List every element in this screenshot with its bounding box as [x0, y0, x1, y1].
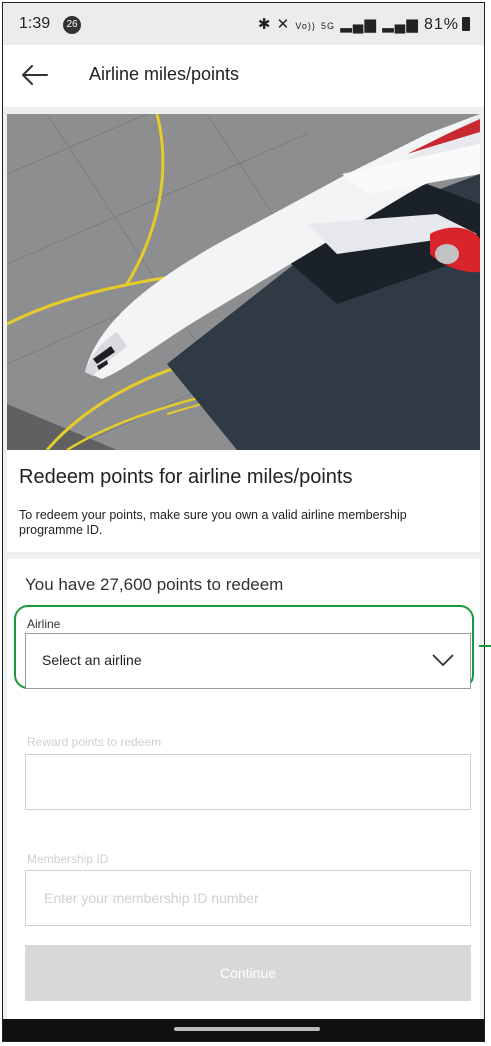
chevron-down-icon — [432, 654, 454, 667]
airline-select[interactable]: Select an airline — [25, 633, 471, 689]
app-frame: 1:39 26 ✱ ✕ Vo)) 5G ▂▄▆ ▂▄▆ 81% Airline … — [2, 2, 485, 1042]
hero-image — [7, 114, 480, 450]
signal-icon: ▂▄▆ — [340, 16, 377, 33]
back-button[interactable] — [17, 59, 51, 91]
bluetooth-icon: ✱ — [257, 16, 272, 33]
page-title: Airline miles/points — [89, 64, 240, 84]
status-time: 1:39 — [19, 15, 51, 32]
reward-points-input[interactable] — [25, 754, 471, 810]
status-bar: 1:39 26 ✱ ✕ Vo)) 5G ▂▄▆ ▂▄▆ 81% — [3, 3, 484, 45]
home-handle[interactable] — [174, 1027, 320, 1031]
membership-id-input[interactable] — [25, 870, 471, 926]
page-content[interactable]: Redeem points for airline miles/points T… — [3, 107, 484, 1019]
hero-heading: Redeem points for airline miles/points — [19, 466, 353, 488]
notification-badge: 26 — [63, 16, 81, 34]
reward-points-label: Reward points to redeem — [27, 735, 162, 749]
arrow-left-icon — [22, 65, 48, 85]
volte-icon: Vo)) — [295, 21, 316, 31]
status-icons: ✱ ✕ Vo)) 5G ▂▄▆ ▂▄▆ 81% — [258, 15, 470, 34]
hero-description: To redeem your points, make sure you own… — [19, 508, 407, 537]
app-bar: Airline miles/points — [3, 45, 484, 108]
annotation-connector — [479, 645, 491, 647]
points-summary: You have 27,600 points to redeem — [25, 575, 284, 594]
airline-select-value: Select an airline — [42, 652, 142, 668]
5g-icon: 5G — [321, 21, 336, 31]
system-nav-bar — [3, 1019, 484, 1041]
signal-icon: ▂▄▆ — [382, 16, 419, 33]
membership-id-label: Membership ID — [27, 852, 109, 866]
battery-icon — [462, 17, 470, 31]
redeem-form: You have 27,600 points to redeem Airline… — [7, 559, 480, 1019]
mute-icon: ✕ — [276, 16, 291, 33]
continue-button[interactable]: Continue — [25, 945, 471, 1001]
battery-percent: 81% — [423, 16, 459, 33]
hero-card: Redeem points for airline miles/points T… — [7, 114, 480, 552]
airline-label: Airline — [27, 617, 61, 631]
